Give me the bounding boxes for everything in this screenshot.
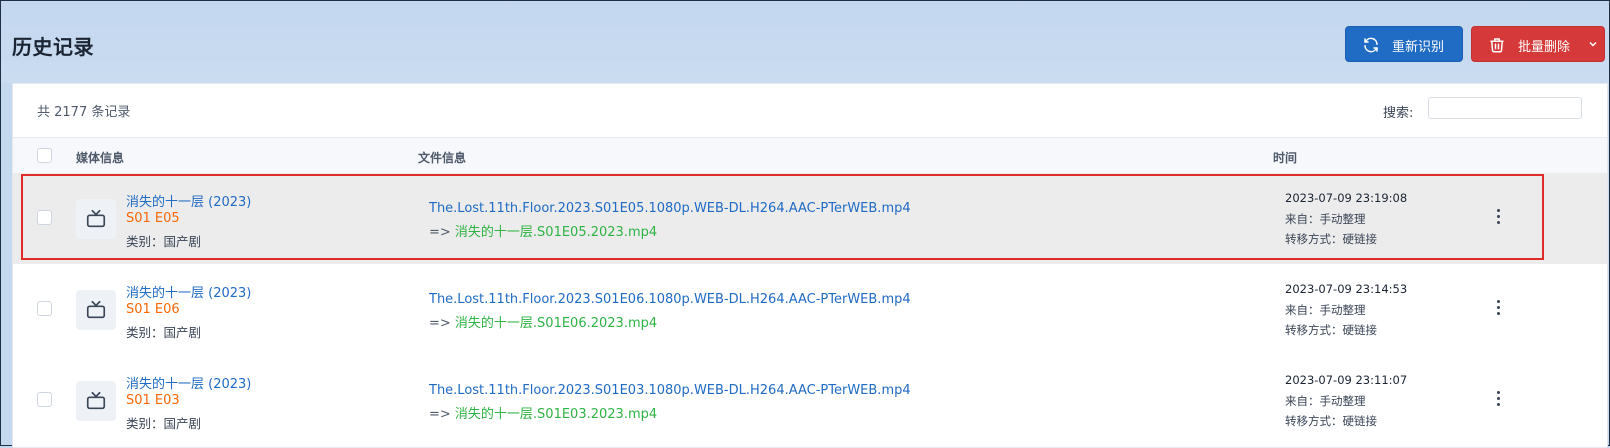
row-checkbox[interactable] xyxy=(37,392,52,407)
arrow-text: => xyxy=(429,316,455,331)
media-category: 类别：国产剧 xyxy=(126,416,202,431)
record-source: 来自：手动整理 xyxy=(1285,394,1366,408)
reidentify-button-label: 重新识别 xyxy=(1392,40,1445,55)
page-header: 历史记录 重新识别 批量删除 xyxy=(1,1,1609,83)
table-row[interactable]: 消失的十一层 (2023) S01 E03 类别：国产剧 The.Lost.11… xyxy=(13,355,1607,448)
batch-delete-button-label: 批量删除 xyxy=(1518,40,1571,55)
source-file[interactable]: The.Lost.11th.Floor.2023.S01E06.1080p.WE… xyxy=(429,292,911,307)
media-episode: S01 E05 xyxy=(126,211,180,226)
table-row[interactable]: 消失的十一层 (2023) S01 E06 类别：国产剧 The.Lost.11… xyxy=(13,264,1607,357)
search-input[interactable] xyxy=(1428,97,1582,119)
media-title[interactable]: 消失的十一层 (2023) xyxy=(126,191,251,210)
search-label: 搜索: xyxy=(1383,106,1414,121)
trash-icon xyxy=(1490,38,1504,53)
destination-file: => 消失的十一层.S01E05.2023.mp4 xyxy=(429,221,657,240)
tv-icon xyxy=(86,391,106,410)
table-header: 媒体信息 文件信息 时间 xyxy=(13,137,1607,175)
column-header-file: 文件信息 xyxy=(418,151,467,165)
record-source: 来自：手动整理 xyxy=(1285,303,1366,317)
media-title[interactable]: 消失的十一层 (2023) xyxy=(126,373,251,392)
table-row[interactable]: 消失的十一层 (2023) S01 E05 类别：国产剧 The.Lost.11… xyxy=(13,173,1607,266)
destination-file-name: 消失的十一层.S01E06.2023.mp4 xyxy=(454,316,658,331)
row-checkbox[interactable] xyxy=(37,210,52,225)
transfer-mode: 转移方式：硬链接 xyxy=(1285,232,1377,246)
refresh-icon xyxy=(1364,37,1378,53)
row-checkbox[interactable] xyxy=(37,301,52,316)
record-time: 2023-07-09 23:14:53 xyxy=(1285,282,1408,296)
tv-icon xyxy=(86,300,106,319)
record-time: 2023-07-09 23:11:07 xyxy=(1285,373,1408,387)
history-list-card: 共 2177 条记录 搜索: 媒体信息 文件信息 时间 消失的十一层 (2023… xyxy=(12,83,1608,448)
arrow-text: => xyxy=(429,225,455,240)
more-actions-icon[interactable] xyxy=(1493,389,1503,409)
column-header-media: 媒体信息 xyxy=(76,151,125,165)
reidentify-button[interactable]: 重新识别 xyxy=(1345,26,1463,62)
media-thumbnail xyxy=(76,290,116,330)
media-episode: S01 E06 xyxy=(126,302,180,317)
more-actions-icon[interactable] xyxy=(1493,298,1503,318)
more-actions-icon[interactable] xyxy=(1493,207,1503,227)
destination-file: => 消失的十一层.S01E06.2023.mp4 xyxy=(429,312,657,331)
media-thumbnail xyxy=(76,381,116,421)
media-title[interactable]: 消失的十一层 (2023) xyxy=(126,282,251,301)
source-file[interactable]: The.Lost.11th.Floor.2023.S01E03.1080p.WE… xyxy=(429,383,911,398)
transfer-mode: 转移方式：硬链接 xyxy=(1285,414,1377,428)
column-header-time: 时间 xyxy=(1273,151,1298,165)
record-time: 2023-07-09 23:19:08 xyxy=(1285,191,1408,205)
destination-file: => 消失的十一层.S01E03.2023.mp4 xyxy=(429,403,657,422)
arrow-text: => xyxy=(429,407,455,422)
destination-file-name: 消失的十一层.S01E03.2023.mp4 xyxy=(454,407,658,422)
source-file[interactable]: The.Lost.11th.Floor.2023.S01E05.1080p.WE… xyxy=(429,201,911,216)
media-thumbnail xyxy=(76,199,116,239)
chevron-down-icon xyxy=(1589,41,1597,47)
batch-delete-button[interactable]: 批量删除 xyxy=(1471,26,1605,62)
record-source: 来自：手动整理 xyxy=(1285,212,1366,226)
transfer-mode: 转移方式：硬链接 xyxy=(1285,323,1377,337)
tv-icon xyxy=(86,209,106,228)
total-count: 共 2177 条记录 xyxy=(37,105,131,120)
media-category: 类别：国产剧 xyxy=(126,234,202,249)
media-category: 类别：国产剧 xyxy=(126,325,202,340)
page-title: 历史记录 xyxy=(12,35,94,59)
media-episode: S01 E03 xyxy=(126,393,180,408)
destination-file-name: 消失的十一层.S01E05.2023.mp4 xyxy=(454,225,658,240)
select-all-checkbox[interactable] xyxy=(37,148,52,163)
